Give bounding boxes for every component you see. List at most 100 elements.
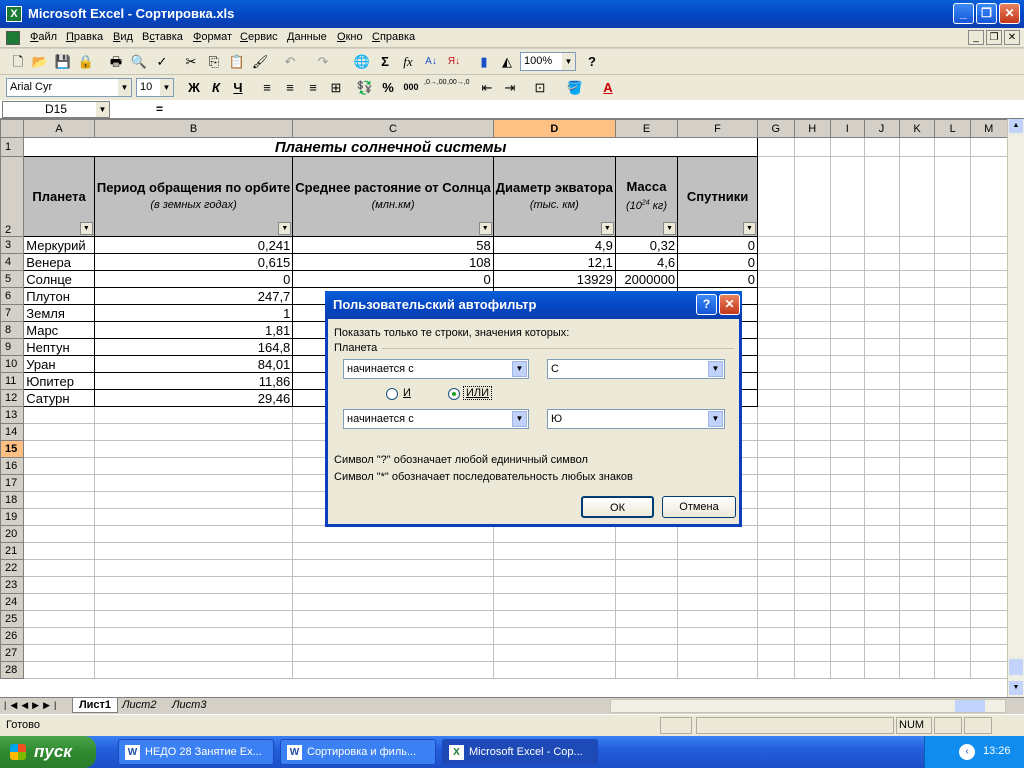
- cell[interactable]: [93, 610, 294, 628]
- cell[interactable]: [969, 304, 1008, 322]
- dialog-help-button[interactable]: ?: [696, 294, 717, 315]
- cell[interactable]: 29,46: [93, 389, 294, 407]
- taskbar-item-excel[interactable]: X Microsoft Excel - Сор...: [442, 739, 598, 765]
- condition2-operator-select[interactable]: начинается с ▼: [343, 409, 529, 429]
- cell[interactable]: [898, 576, 936, 594]
- cell[interactable]: [863, 355, 900, 373]
- cell[interactable]: [934, 389, 971, 407]
- doc-close-button[interactable]: ✕: [1004, 30, 1020, 45]
- row-header[interactable]: 4: [0, 253, 25, 271]
- cell[interactable]: [863, 627, 900, 645]
- cell[interactable]: [898, 661, 936, 679]
- cancel-button[interactable]: Отмена: [662, 496, 736, 518]
- merge-center-icon[interactable]: ⊞: [326, 78, 346, 97]
- cell[interactable]: [863, 576, 900, 594]
- cell[interactable]: 0: [292, 270, 494, 288]
- cell[interactable]: [863, 137, 900, 157]
- cell[interactable]: 4,9: [492, 236, 616, 254]
- column-title[interactable]: Планета ▼: [23, 156, 95, 237]
- cell[interactable]: [934, 593, 971, 611]
- cell[interactable]: [898, 304, 936, 322]
- zoom-select[interactable]: 100% ▼: [520, 52, 576, 71]
- cell[interactable]: [829, 644, 865, 662]
- row-header[interactable]: 21: [0, 542, 25, 560]
- print-preview-icon[interactable]: 🔍: [129, 52, 149, 71]
- row-header[interactable]: 15: [0, 440, 25, 458]
- cell[interactable]: [969, 372, 1008, 390]
- cell[interactable]: [969, 610, 1008, 628]
- column-header[interactable]: B: [93, 119, 294, 138]
- chevron-down-icon[interactable]: ▼: [160, 79, 173, 96]
- cell[interactable]: 108: [292, 253, 494, 271]
- cell[interactable]: [829, 137, 865, 157]
- cell[interactable]: [756, 304, 795, 322]
- cell[interactable]: [492, 593, 616, 611]
- cell[interactable]: [292, 559, 494, 577]
- cell[interactable]: [934, 457, 971, 475]
- cell[interactable]: [793, 270, 831, 288]
- chevron-down-icon[interactable]: ▼: [562, 53, 575, 70]
- cell[interactable]: [898, 236, 936, 254]
- autofilter-dropdown-icon[interactable]: ▼: [663, 222, 677, 235]
- cell[interactable]: [23, 593, 95, 611]
- cell[interactable]: [863, 457, 900, 475]
- cell[interactable]: [863, 440, 900, 458]
- cell[interactable]: [756, 661, 795, 679]
- cell[interactable]: [756, 156, 795, 237]
- cell[interactable]: [23, 406, 95, 424]
- cell[interactable]: [898, 156, 936, 237]
- cell[interactable]: [863, 593, 900, 611]
- percent-style-button[interactable]: %: [378, 78, 398, 97]
- autofilter-dropdown-icon[interactable]: ▼: [79, 222, 93, 235]
- radio-and-label[interactable]: И: [403, 387, 411, 399]
- autofilter-dropdown-icon[interactable]: ▼: [600, 222, 614, 235]
- radio-or[interactable]: [448, 388, 460, 400]
- autofilter-dropdown-icon[interactable]: ▼: [278, 222, 292, 235]
- vertical-scrollbar[interactable]: ▲ ▼: [1007, 119, 1024, 697]
- cell[interactable]: [93, 457, 294, 475]
- cell[interactable]: 0: [677, 236, 758, 254]
- chevron-down-icon[interactable]: ▼: [118, 79, 131, 96]
- cell[interactable]: [969, 542, 1008, 560]
- cell[interactable]: [756, 474, 795, 492]
- cell[interactable]: [863, 644, 900, 662]
- cell[interactable]: Уран: [23, 355, 95, 373]
- cell[interactable]: [23, 644, 95, 662]
- excel-app-icon[interactable]: X: [6, 6, 22, 22]
- cell[interactable]: [898, 440, 936, 458]
- row-header[interactable]: 24: [0, 593, 25, 611]
- cell[interactable]: [756, 644, 795, 662]
- cell[interactable]: [934, 423, 971, 441]
- table-title[interactable]: Планеты солнечной системы: [23, 137, 758, 157]
- column-title[interactable]: Период обращения по орбите (в земных года…: [93, 156, 294, 237]
- cell[interactable]: [23, 457, 95, 475]
- cell[interactable]: [93, 661, 294, 679]
- cell[interactable]: [23, 440, 95, 458]
- cell[interactable]: [93, 576, 294, 594]
- hyperlink-icon[interactable]: 🌐: [352, 52, 372, 71]
- tray-app-icon[interactable]: ‹: [959, 744, 975, 760]
- cell[interactable]: [829, 610, 865, 628]
- cell[interactable]: [492, 627, 616, 645]
- cell[interactable]: [829, 253, 865, 271]
- minimize-button[interactable]: _: [953, 3, 974, 24]
- row-header[interactable]: 1: [0, 137, 25, 157]
- cell[interactable]: [793, 287, 831, 305]
- open-icon[interactable]: 📂: [30, 52, 50, 71]
- condition1-operator-select[interactable]: начинается с ▼: [343, 359, 529, 379]
- cell[interactable]: [934, 610, 971, 628]
- cell[interactable]: [969, 389, 1008, 407]
- row-header[interactable]: 16: [0, 457, 25, 475]
- cell[interactable]: [793, 559, 831, 577]
- cell[interactable]: 164,8: [93, 338, 294, 356]
- cell[interactable]: [934, 304, 971, 322]
- cell[interactable]: [829, 270, 865, 288]
- cell[interactable]: [863, 253, 900, 271]
- cell[interactable]: [793, 440, 831, 458]
- cell[interactable]: [292, 644, 494, 662]
- cell[interactable]: [829, 372, 865, 390]
- cell[interactable]: 247,7: [93, 287, 294, 305]
- cell[interactable]: [756, 440, 795, 458]
- cell[interactable]: [934, 372, 971, 390]
- cell[interactable]: Плутон: [23, 287, 95, 305]
